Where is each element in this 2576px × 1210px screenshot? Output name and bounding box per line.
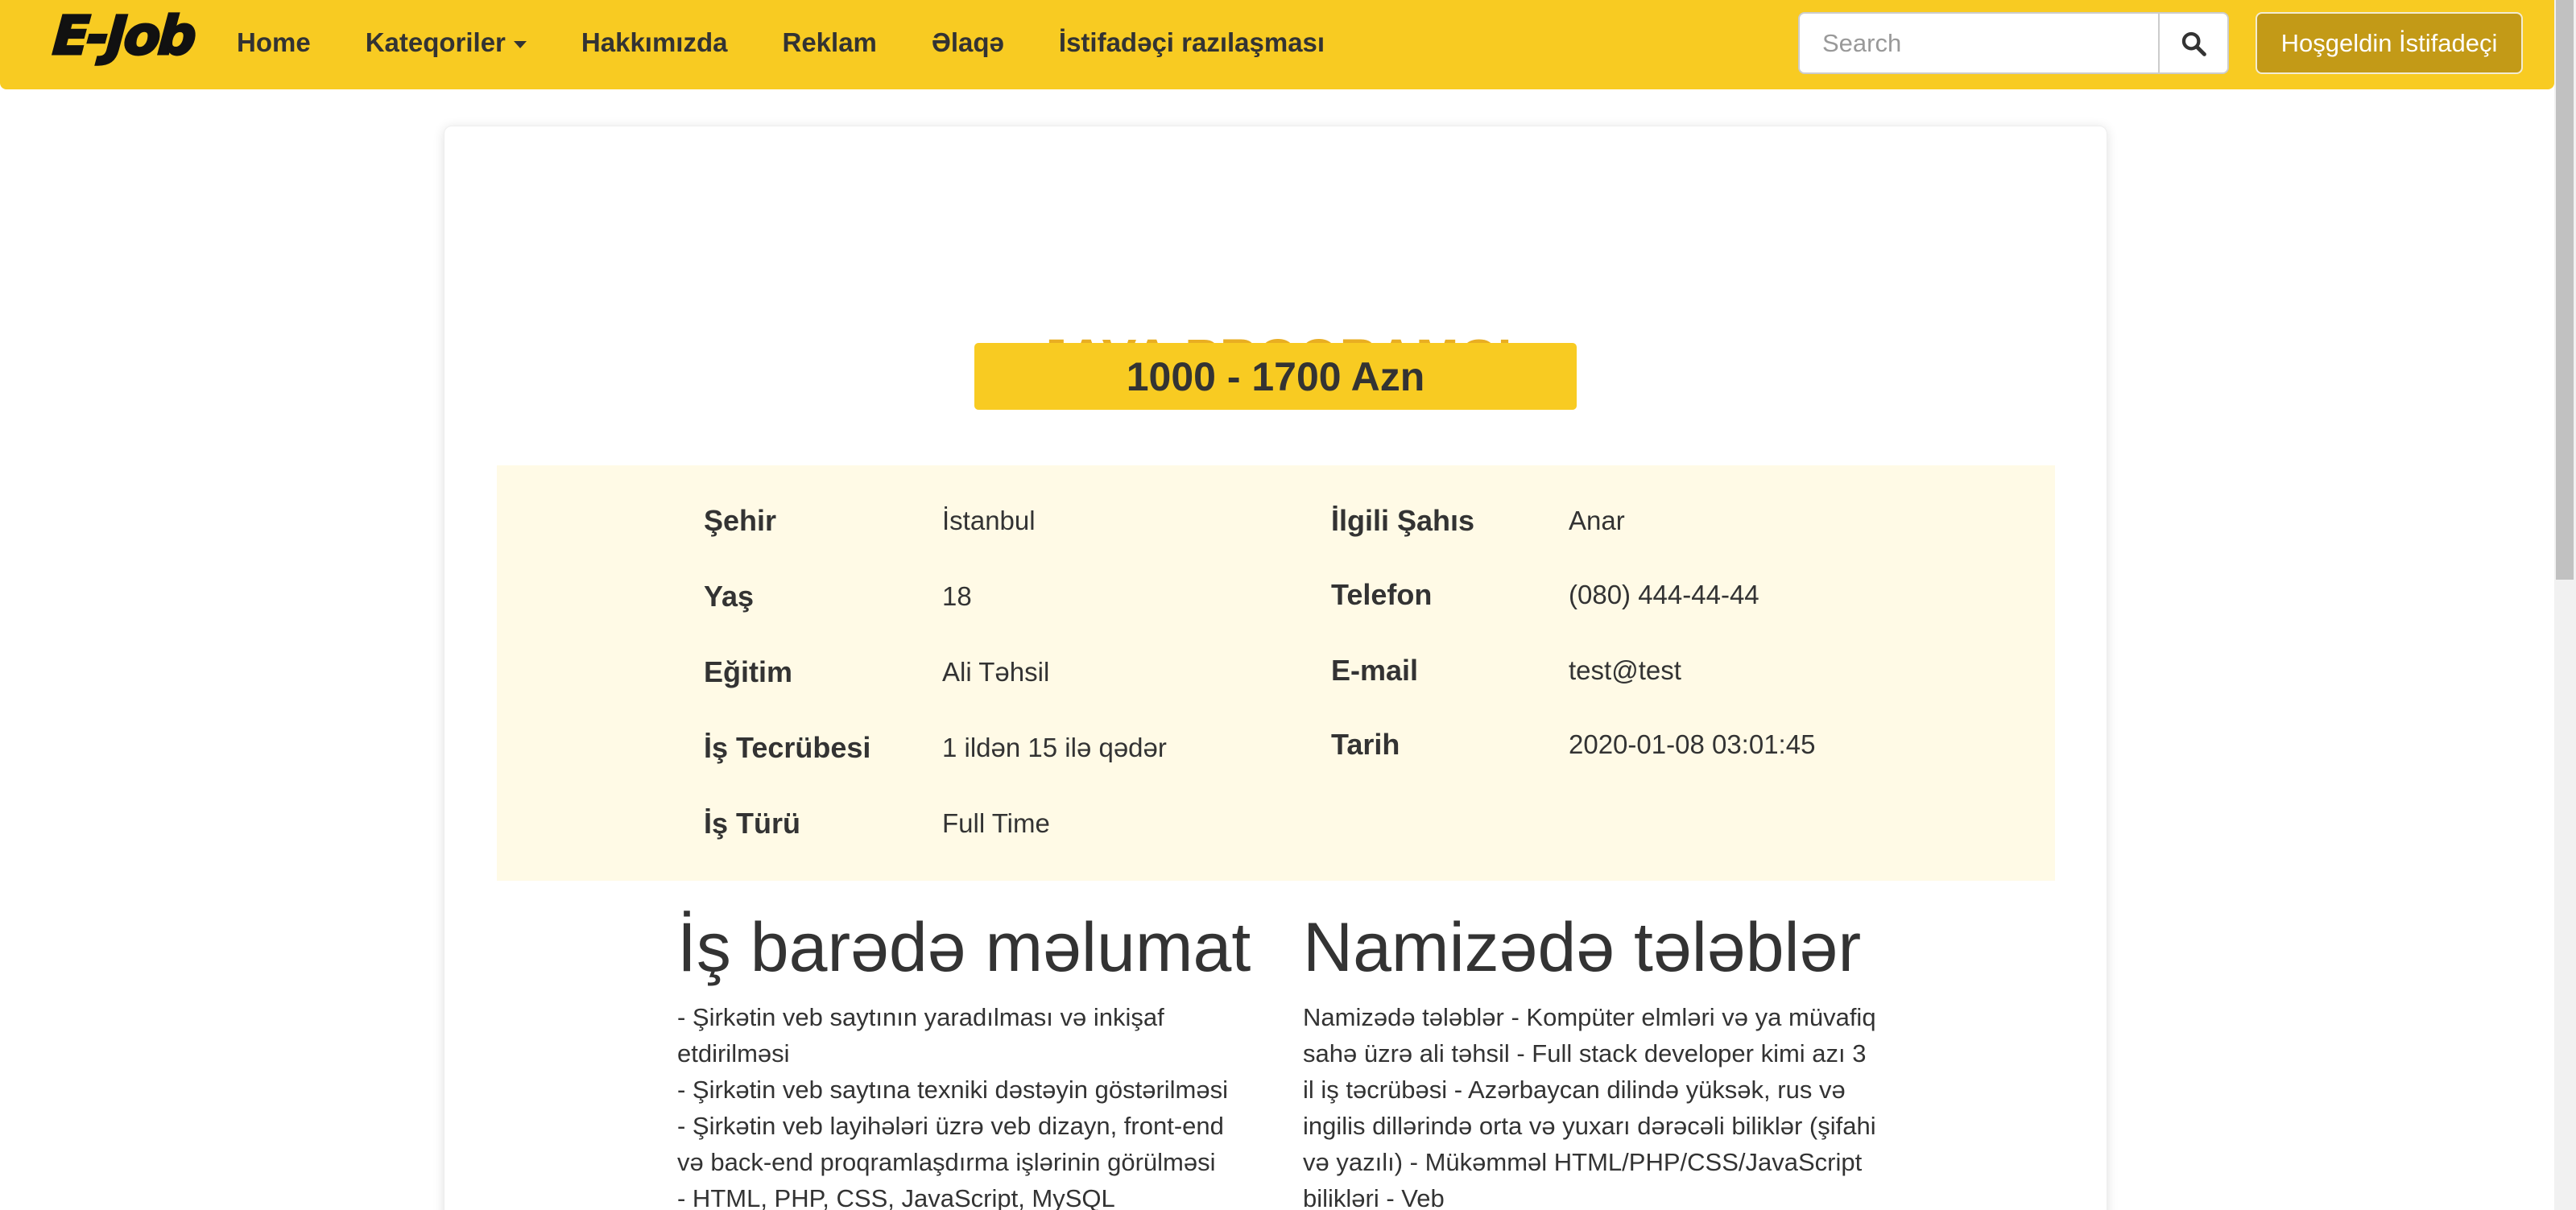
detail-value-contact-person: Anar bbox=[1569, 506, 1625, 535]
navbar: E-Job Home Kateqoriler Hakkımızda Reklam… bbox=[0, 0, 2554, 89]
job-info-text: - Şirkətin veb saytının yaradılması və i… bbox=[677, 1002, 1229, 1210]
nav-link-contact[interactable]: Əlaqə bbox=[904, 27, 1032, 58]
detail-value-experience: 1 ildən 15 ilə qədər bbox=[942, 733, 1167, 762]
nav-link-advertising[interactable]: Reklam bbox=[755, 27, 904, 58]
detail-value-city: İstanbul bbox=[942, 506, 1036, 535]
search-button[interactable] bbox=[2158, 12, 2229, 74]
detail-label-contact-person: İlgili Şahıs bbox=[1331, 504, 1475, 537]
search-form bbox=[1798, 12, 2229, 74]
detail-value-age: 18 bbox=[942, 581, 972, 611]
caret-down-icon bbox=[513, 40, 527, 48]
detail-value-date: 2020-01-08 03:01:45 bbox=[1569, 729, 1816, 759]
detail-value-job-type: Full Time bbox=[942, 808, 1050, 838]
scrollbar-thumb[interactable] bbox=[2556, 0, 2574, 580]
job-details-panel: Şehir İstanbul Yaş 18 Eğitim Ali Təhsil … bbox=[497, 465, 2055, 881]
detail-label-city: Şehir bbox=[704, 504, 777, 537]
nav-link-about[interactable]: Hakkımızda bbox=[554, 27, 755, 58]
nav-link-user-agreement[interactable]: İstifadəçi razılaşması bbox=[1032, 27, 1352, 58]
nav-links: Home Kateqoriler Hakkımızda Reklam Əlaqə… bbox=[209, 0, 1352, 85]
detail-label-date: Tarih bbox=[1331, 728, 1400, 761]
requirements-section: Namizədə tələblər Namizədə tələblər - Ko… bbox=[1303, 910, 1883, 1210]
detail-value-email: test@test bbox=[1569, 655, 1681, 685]
detail-label-phone: Telefon bbox=[1331, 578, 1433, 611]
detail-label-experience: İş Tecrübesi bbox=[704, 731, 871, 764]
detail-label-email: E-mail bbox=[1331, 654, 1419, 687]
salary-badge: 1000 - 1700 Azn bbox=[974, 343, 1577, 410]
detail-label-education: Eğitim bbox=[704, 655, 793, 688]
requirements-heading: Namizədə tələblər bbox=[1303, 909, 1862, 986]
detail-label-age: Yaş bbox=[704, 580, 755, 613]
search-icon bbox=[2181, 31, 2206, 56]
detail-label-job-type: İş Türü bbox=[704, 807, 801, 840]
job-info-section: İş barədə məlumat - Şirkətin veb saytını… bbox=[677, 910, 1257, 1210]
nav-link-categories-dropdown[interactable]: Kateqoriler bbox=[338, 27, 554, 58]
page-scrollbar[interactable] bbox=[2554, 0, 2576, 1210]
brand-logo[interactable]: E-Job bbox=[50, 4, 197, 68]
detail-value-phone: (080) 444-44-44 bbox=[1569, 580, 1759, 609]
detail-value-education: Ali Təhsil bbox=[942, 657, 1050, 687]
job-info-heading: İş barədə məlumat bbox=[677, 909, 1251, 986]
nav-link-home[interactable]: Home bbox=[209, 27, 338, 58]
requirements-text: Namizədə tələblər - Kompüter elmləri və … bbox=[1303, 1002, 1876, 1210]
welcome-user-button[interactable]: Hoşgeldin İstifadeçi bbox=[2256, 12, 2523, 74]
brand-logo-text: E-Job bbox=[50, 4, 197, 68]
search-input[interactable] bbox=[1798, 12, 2158, 74]
